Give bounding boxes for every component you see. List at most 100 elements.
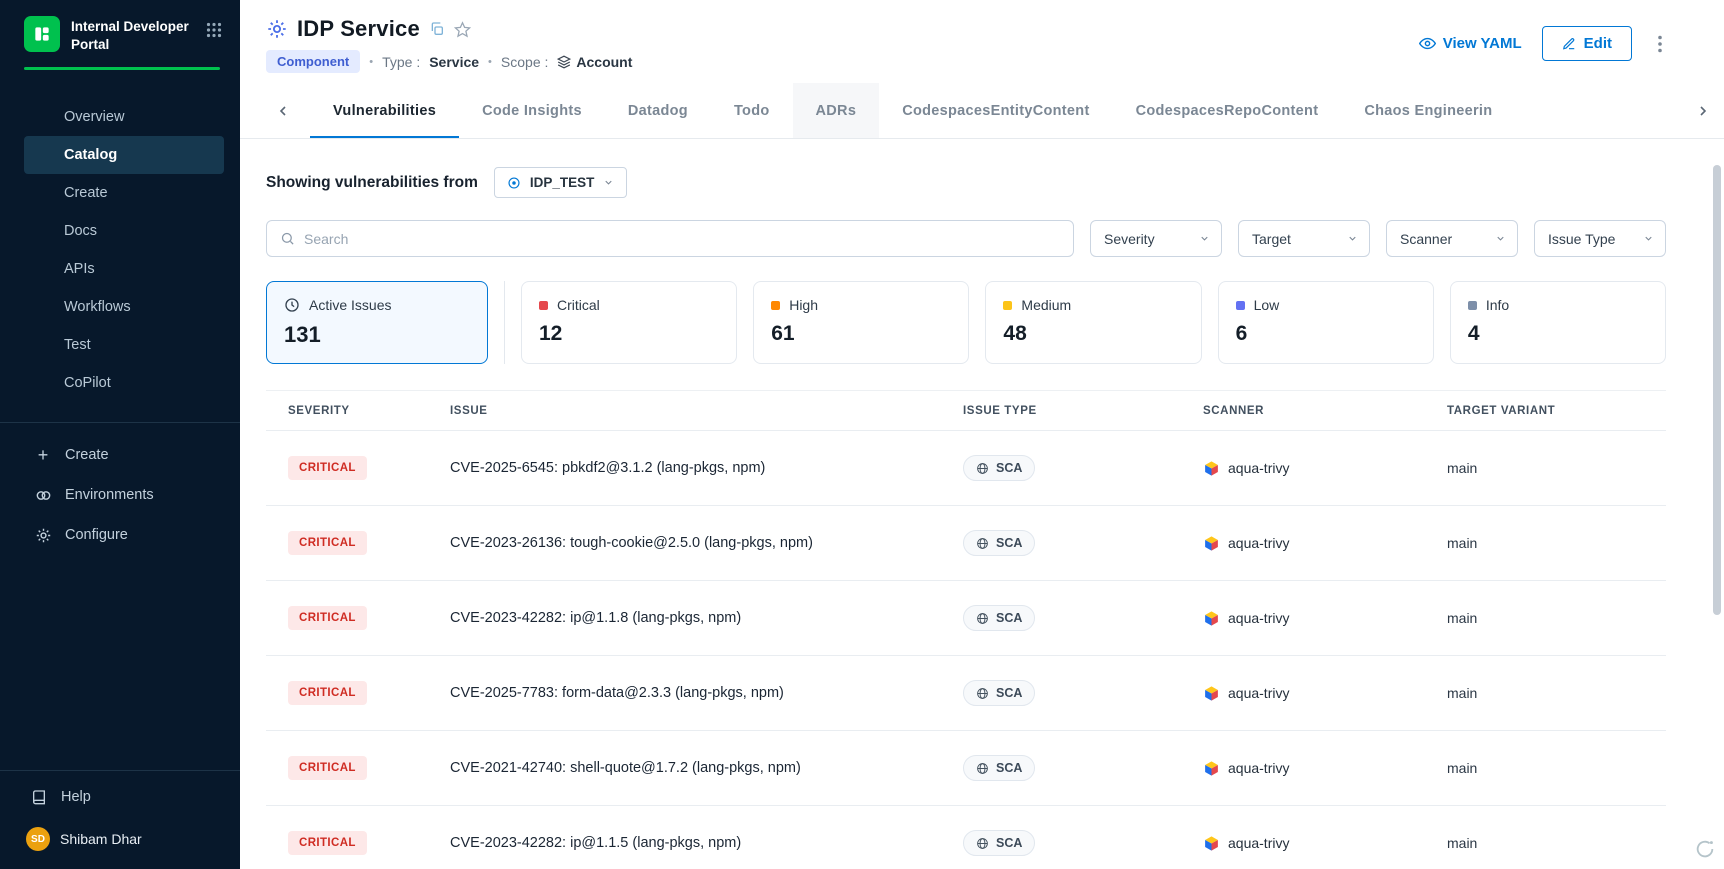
issue-type-filter[interactable]: Issue Type [1534, 220, 1666, 257]
sidebar-item-label: CoPilot [64, 375, 111, 391]
col-issue: ISSUE [428, 391, 941, 430]
table-row[interactable]: CRITICAL CVE-2025-7783: form-data@2.3.3 … [266, 656, 1666, 731]
search-input[interactable] [304, 231, 1060, 247]
issue-text: CVE-2025-7783: form-data@2.3.3 (lang-pkg… [428, 685, 941, 701]
tab-chaos-engineerin[interactable]: Chaos Engineerin [1341, 83, 1515, 138]
plus-icon: + [34, 446, 52, 464]
sidebar-item-docs[interactable]: Docs [24, 212, 224, 250]
scanner-cell: aqua-trivy [1181, 835, 1425, 852]
tab-label: Vulnerabilities [333, 103, 436, 119]
app-root: Internal Developer Portal Overview Catalo… [0, 0, 1724, 869]
sca-icon [976, 537, 989, 550]
table-row[interactable]: CRITICAL CVE-2023-42282: ip@1.1.5 (lang-… [266, 806, 1666, 869]
widget-launcher-icon[interactable] [1694, 838, 1716, 865]
apps-grid-icon[interactable] [206, 22, 222, 43]
favorite-star-icon[interactable] [454, 21, 471, 38]
vulnerabilities-table: SEVERITY ISSUE ISSUE TYPE SCANNER TARGET… [266, 390, 1666, 869]
sidebar-item-apis[interactable]: APIs [24, 250, 224, 288]
copy-icon[interactable] [429, 21, 445, 37]
table-row[interactable]: CRITICAL CVE-2023-26136: tough-cookie@2.… [266, 506, 1666, 581]
sidebar-header: Internal Developer Portal [0, 0, 240, 53]
portal-logo-icon [32, 24, 52, 44]
severity-filter[interactable]: Severity [1090, 220, 1222, 257]
user-menu[interactable]: SD Shibam Dhar [0, 817, 240, 859]
active-issues-icon [284, 297, 300, 313]
stat-card-high[interactable]: High 61 [753, 281, 969, 364]
tab-todo[interactable]: Todo [711, 83, 793, 138]
main-area: IDP Service Component • Type : Service •… [240, 0, 1724, 869]
sca-icon [976, 687, 989, 700]
sidebar-item-create-action[interactable]: + Create [0, 435, 240, 475]
severity-dot-icon [539, 301, 548, 310]
sca-icon [976, 837, 989, 850]
tabs-scroll-right-icon[interactable] [1690, 98, 1716, 124]
tab-bar: Vulnerabilities Code InsightsDatadogTodo A… [240, 83, 1724, 139]
sidebar-item-copilot[interactable]: CoPilot [24, 364, 224, 402]
stat-card-active-issues[interactable]: Active Issues 131 [266, 281, 488, 364]
tab-label: CodespacesRepoContent [1136, 103, 1319, 119]
tab-datadog[interactable]: Datadog [605, 83, 711, 138]
scope-value: Account [576, 54, 632, 70]
stat-value: 4 [1468, 322, 1648, 346]
scanner-name: aqua-trivy [1228, 610, 1289, 626]
tab-label: ADRs [816, 103, 857, 119]
sidebar-item-catalog[interactable]: Catalog [24, 136, 224, 174]
entity-header-left: IDP Service Component • Type : Service •… [266, 16, 632, 73]
target-filter[interactable]: Target [1238, 220, 1370, 257]
page-title: IDP Service [297, 16, 420, 42]
portal-logo [24, 16, 60, 52]
eye-icon [1419, 35, 1436, 52]
sidebar-item-create[interactable]: Create [24, 174, 224, 212]
aqua-trivy-icon [1203, 460, 1220, 477]
sidebar-bottom: Help SD Shibam Dhar [0, 770, 240, 869]
issue-text: CVE-2023-42282: ip@1.1.8 (lang-pkgs, npm… [428, 610, 941, 626]
scanner-filter[interactable]: Scanner [1386, 220, 1518, 257]
issue-text: CVE-2023-42282: ip@1.1.5 (lang-pkgs, npm… [428, 835, 941, 851]
col-target-variant: TARGET VARIANT [1425, 391, 1666, 430]
scanner-cell: aqua-trivy [1181, 760, 1425, 777]
sidebar-item-configure[interactable]: Configure [0, 515, 240, 555]
sidebar-item-test[interactable]: Test [24, 326, 224, 364]
severity-dot-icon [771, 301, 780, 310]
stat-card-info[interactable]: Info 4 [1450, 281, 1666, 364]
tabs-scroll-left-icon[interactable] [270, 98, 296, 124]
help-button[interactable]: Help [0, 777, 240, 817]
more-options-icon[interactable] [1652, 31, 1668, 57]
sidebar: Internal Developer Portal Overview Catalo… [0, 0, 240, 869]
brand-accent-line [24, 67, 220, 70]
stat-card-critical[interactable]: Critical 12 [521, 281, 737, 364]
vertical-scrollbar[interactable] [1713, 165, 1721, 615]
table-row[interactable]: CRITICAL CVE-2021-42740: shell-quote@1.7… [266, 731, 1666, 806]
sidebar-item-workflows[interactable]: Workflows [24, 288, 224, 326]
table-row[interactable]: CRITICAL CVE-2025-6545: pbkdf2@3.1.2 (la… [266, 431, 1666, 506]
stat-card-medium[interactable]: Medium 48 [985, 281, 1201, 364]
tab-vulnerabilities[interactable]: Vulnerabilities [310, 83, 459, 138]
scanner-cell: aqua-trivy [1181, 685, 1425, 702]
tab-codespacesentitycontent[interactable]: CodespacesEntityContent [879, 83, 1112, 138]
tab-adrs[interactable]: ADRs [793, 83, 880, 138]
edit-button[interactable]: Edit [1542, 26, 1632, 61]
scope-chip: Account [557, 54, 632, 70]
table-row[interactable]: CRITICAL CVE-2023-42282: ip@1.1.8 (lang-… [266, 581, 1666, 656]
stat-card-low[interactable]: Low 6 [1218, 281, 1434, 364]
view-yaml-button[interactable]: View YAML [1419, 35, 1522, 52]
sidebar-item-label: Workflows [64, 299, 131, 315]
sidebar-item-label: Catalog [64, 147, 117, 163]
scanner-name: aqua-trivy [1228, 460, 1289, 476]
project-dropdown[interactable]: IDP_TEST [494, 167, 628, 198]
target-variant: main [1425, 610, 1666, 626]
tab-codespacesrepocontent[interactable]: CodespacesRepoContent [1113, 83, 1342, 138]
dot-separator: • [488, 56, 492, 68]
sidebar-item-label: Overview [64, 109, 124, 125]
environments-icon [34, 487, 52, 504]
tab-code-insights[interactable]: Code Insights [459, 83, 605, 138]
sidebar-item-label: Create [64, 185, 108, 201]
project-icon [507, 176, 521, 190]
stat-value: 12 [539, 322, 719, 346]
sidebar-item-environments[interactable]: Environments [0, 475, 240, 515]
entity-header: IDP Service Component • Type : Service •… [240, 0, 1724, 73]
sca-icon [976, 462, 989, 475]
scanner-name: aqua-trivy [1228, 835, 1289, 851]
edit-label: Edit [1584, 35, 1612, 52]
sidebar-item-overview[interactable]: Overview [24, 98, 224, 136]
